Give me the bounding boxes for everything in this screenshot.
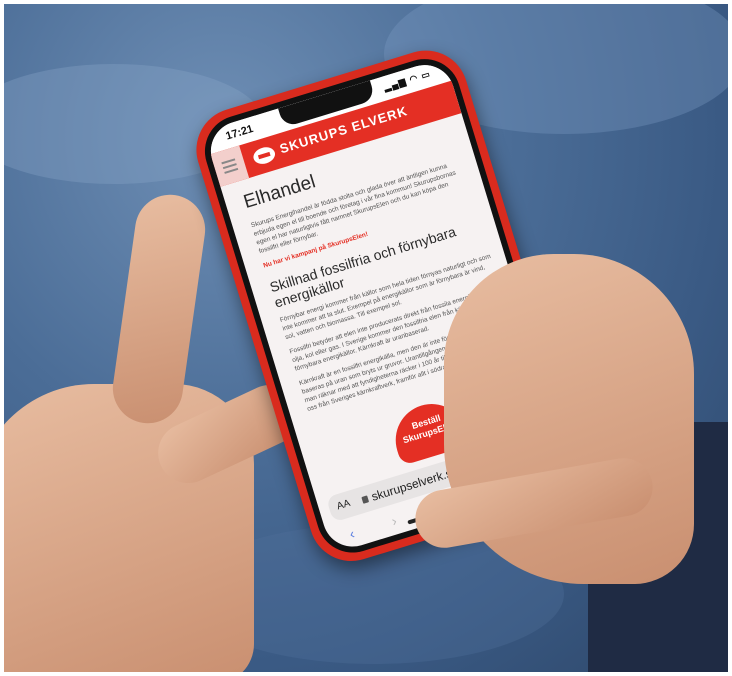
lock-icon <box>361 495 370 505</box>
hamburger-menu-icon[interactable] <box>210 145 250 187</box>
logo-icon <box>251 144 277 167</box>
photo: 17:21 ▂▄▆ ◠ ▭ SKURUPS ELVERK Elhandel Sk… <box>4 4 728 672</box>
status-time: 17:21 <box>224 122 255 143</box>
forward-arrow-icon[interactable]: › <box>389 512 398 529</box>
text-size-button[interactable]: AA <box>336 498 352 512</box>
back-arrow-icon[interactable]: ‹ <box>347 525 356 542</box>
